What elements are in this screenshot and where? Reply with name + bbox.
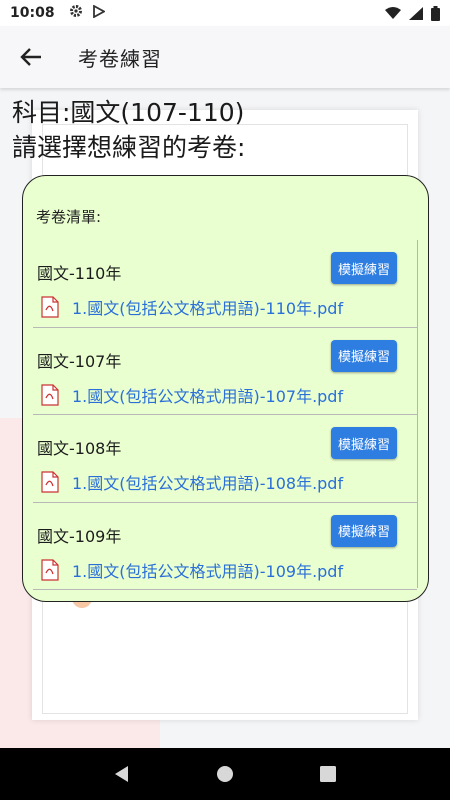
nav-home-icon xyxy=(216,766,233,782)
pdf-link-row[interactable]: 1.國文(包括公文格式用語)-109年.pdf xyxy=(41,558,343,582)
exam-list-card: 考卷清單: 國文-110年 模擬練習 1.國文(包括公文格式用語)-110年.p… xyxy=(22,175,429,602)
pdf-link[interactable]: 1.國文(包括公文格式用語)-108年.pdf xyxy=(72,470,343,494)
app-bar: 考卷練習 xyxy=(0,26,450,88)
subject-label: 科目:國文(107-110) xyxy=(12,98,245,127)
play-store-icon xyxy=(92,3,106,22)
pdf-link-row[interactable]: 1.國文(包括公文格式用語)-110年.pdf xyxy=(41,295,343,319)
nav-recents-icon xyxy=(320,766,337,782)
pdf-icon xyxy=(41,296,59,318)
exam-list[interactable]: 國文-110年 模擬練習 1.國文(包括公文格式用語)-110年.pdf 國文-… xyxy=(33,240,418,590)
mock-practice-button[interactable]: 模擬練習 xyxy=(331,427,397,459)
navigation-bar xyxy=(0,748,450,800)
pdf-icon xyxy=(41,558,59,581)
pdf-icon xyxy=(41,471,59,493)
pdf-link[interactable]: 1.國文(包括公文格式用語)-107年.pdf xyxy=(72,383,343,407)
status-time: 10:08 xyxy=(10,5,55,21)
list-item: 國文-110年 模擬練習 1.國文(包括公文格式用語)-110年.pdf xyxy=(33,240,417,328)
back-arrow-icon xyxy=(20,48,41,66)
back-button[interactable] xyxy=(0,26,62,88)
exam-title: 國文-108年 xyxy=(37,439,122,458)
mock-practice-button[interactable]: 模擬練習 xyxy=(331,339,397,372)
pdf-link[interactable]: 1.國文(包括公文格式用語)-110年.pdf xyxy=(72,295,343,319)
mock-practice-button[interactable]: 模擬練習 xyxy=(331,252,397,284)
select-exam-prompt: 請選擇想練習的考卷: xyxy=(12,133,246,162)
exam-list-header: 考卷清單: xyxy=(36,208,102,226)
exam-title: 國文-110年 xyxy=(37,264,122,283)
nav-home-button[interactable] xyxy=(210,759,240,789)
list-item: 國文-107年 模擬練習 1.國文(包括公文格式用語)-107年.pdf xyxy=(33,328,417,415)
mock-practice-button[interactable]: 模擬練習 xyxy=(331,514,397,547)
nav-recents-button[interactable] xyxy=(313,759,343,789)
pdf-link-row[interactable]: 1.國文(包括公文格式用語)-107年.pdf xyxy=(41,383,343,407)
nav-back-button[interactable] xyxy=(107,759,137,789)
pdf-link-row[interactable]: 1.國文(包括公文格式用語)-108年.pdf xyxy=(41,470,343,494)
pdf-link[interactable]: 1.國文(包括公文格式用語)-109年.pdf xyxy=(72,558,343,582)
nav-back-icon xyxy=(114,766,128,782)
battery-icon xyxy=(431,5,440,21)
wifi-icon xyxy=(385,7,401,19)
pdf-icon xyxy=(41,383,59,406)
status-indicators xyxy=(385,5,440,21)
list-item: 國文-108年 模擬練習 1.國文(包括公文格式用語)-108年.pdf xyxy=(33,415,417,503)
list-item: 國文-109年 模擬練習 1.國文(包括公文格式用語)-109年.pdf xyxy=(33,503,417,590)
signal-icon xyxy=(409,6,423,20)
app-title: 考卷練習 xyxy=(78,46,162,71)
exam-title: 國文-107年 xyxy=(37,351,122,371)
gear-icon xyxy=(69,4,83,22)
exam-title: 國文-109年 xyxy=(37,526,122,546)
status-bar: 10:08 xyxy=(0,0,450,26)
